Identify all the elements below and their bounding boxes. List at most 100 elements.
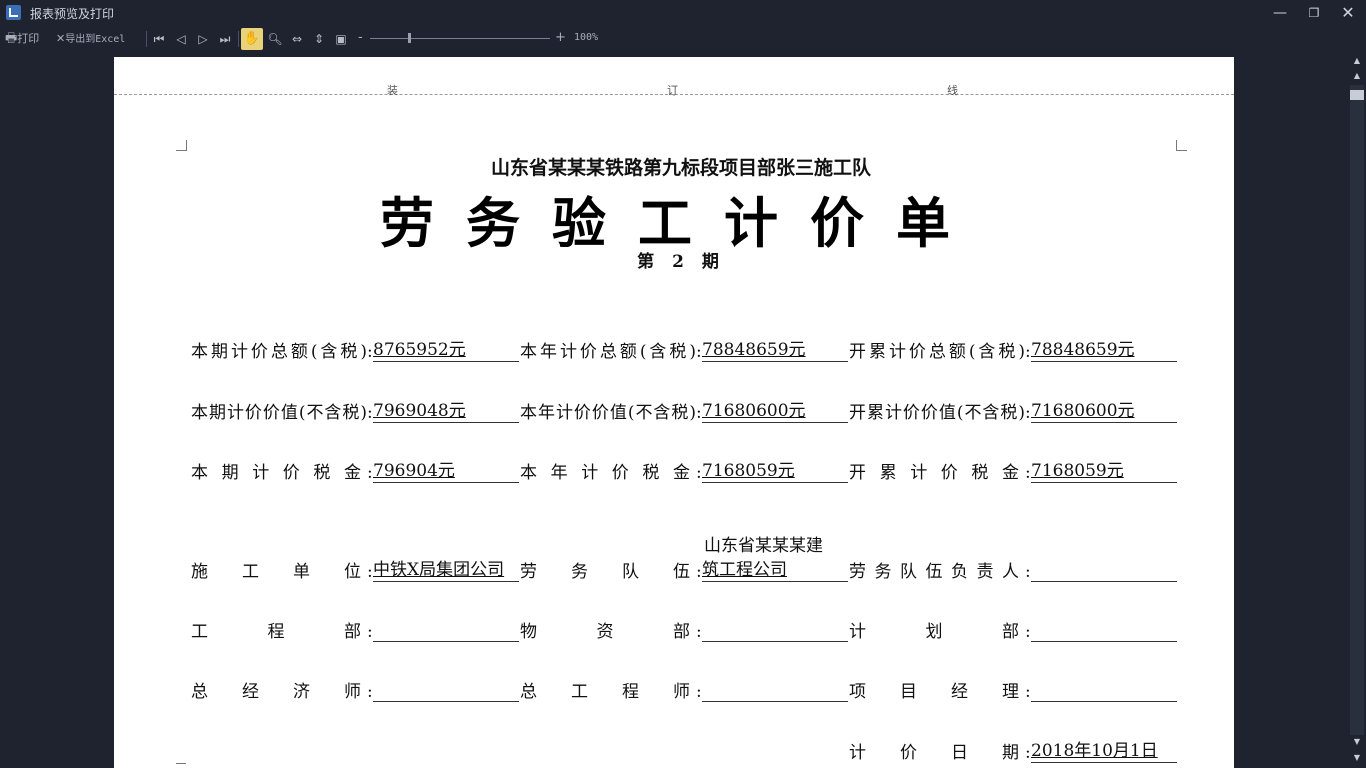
field-label: 开累计价总额(含税) [849,342,1025,362]
last-page-icon[interactable]: ⏭ [216,29,234,49]
field-value [1031,619,1177,642]
report-field: 本期计价税金:796904元 [191,461,521,483]
first-page-icon[interactable]: ⏮ [150,29,168,49]
margin-corner [176,140,187,151]
scroll-down-icon[interactable]: ▼ [1350,736,1364,748]
field-value: 78848659元 [702,339,848,362]
field-label: 本期计价税金 [191,463,361,483]
report-field: 工程部: [191,620,521,642]
printer-icon: 🖶 [5,31,18,46]
report-field: 计价日期:2018年10月1日 [849,741,1179,763]
report-field: 物资部: [520,620,850,642]
field-colon: : [367,463,373,483]
field-value: 8765952元 [373,339,519,362]
field-value: 山东省某某某建 筑工程公司 [702,536,848,582]
binding-mark: 线 [947,84,958,97]
binding-mark: 装 [387,84,398,97]
fit-page-icon[interactable]: ▣ [332,29,350,49]
report-field: 本年计价价值(不含税):71680600元 [520,401,850,423]
field-colon: : [696,562,702,582]
scroll-up-icon[interactable]: ▲ [1350,70,1364,82]
fit-width-icon[interactable]: ⇔ [288,29,306,49]
print-button[interactable]: 🖶打印 [5,29,39,49]
field-colon: : [1025,622,1031,642]
field-label: 总工程师 [520,682,690,702]
field-colon: : [367,342,373,362]
report-field: 本年计价总额(含税):78848659元 [520,340,850,362]
report-subtitle: 山东省某某某铁路第九标段项目部张三施工队 [490,157,871,179]
field-label: 本年计价总额(含税) [520,342,696,362]
zoom-level: 100% [574,32,599,43]
window-title: 报表预览及打印 [30,7,115,21]
field-value: 7168059元 [1031,460,1177,483]
zoom-in-button[interactable]: + [555,30,566,45]
margin-corner [1176,140,1187,151]
field-label: 开累计价税金 [849,463,1019,483]
margin-corner [176,763,186,764]
field-colon: : [696,682,702,702]
field-value-text: 7168059元 [1031,461,1124,481]
report-field: 开累计价价值(不含税):71680600元 [849,401,1179,423]
field-colon: : [696,342,702,362]
scroll-bottom-icon[interactable]: ▼ [1350,752,1364,764]
field-label: 本年计价税金 [520,463,690,483]
next-page-icon[interactable]: ▷ [194,29,212,49]
zoom-slider-thumb[interactable] [408,33,411,43]
scrollbar-track[interactable] [1350,85,1364,735]
report-period: 第 2 期 [637,252,725,272]
field-value: 796904元 [373,460,519,483]
field-value-text: 8765952元 [373,340,466,360]
field-label: 物资部 [520,622,690,642]
field-colon: : [1025,463,1031,483]
field-colon: : [1025,403,1031,423]
excel-icon: ✕ [56,32,66,45]
toolbar-separator [238,31,239,47]
report-field: 劳务队伍: 山东省某某某建 筑工程公司 [520,536,850,582]
field-value [373,679,519,702]
report-field: 开累计价税金:7168059元 [849,461,1179,483]
field-value: 7168059元 [702,460,848,483]
field-value-text: 7969048元 [373,401,466,421]
field-value-text: 中铁X局集团公司 [373,560,505,580]
scroll-top-icon[interactable]: ▲ [1350,55,1364,67]
field-label: 本期计价总额(含税) [191,342,367,362]
field-label: 本期计价价值(不含税) [191,403,367,423]
field-value: 7969048元 [373,400,519,423]
report-field: 总工程师: [520,680,850,702]
field-label: 本年计价价值(不含税) [520,403,696,423]
prev-page-icon[interactable]: ◁ [172,29,190,49]
field-colon: : [367,403,373,423]
field-value: 78848659元 [1031,339,1177,362]
field-value-text: 71680600元 [1031,401,1135,421]
field-colon: : [1025,342,1031,362]
zoom-out-button[interactable]: - [358,30,363,45]
report-field: 本年计价税金:7168059元 [520,461,850,483]
report-field: 施工单位: 中铁X局集团公司 [191,560,521,582]
field-value [1031,559,1177,582]
magnifier-icon[interactable]: 🔍︎ [266,29,284,49]
hand-tool-icon[interactable]: ✋ [241,28,263,50]
restore-button[interactable]: ❐ [1300,3,1328,23]
export-label: 导出到Excel [65,34,126,45]
report-field: 计划部: [849,620,1179,642]
report-field: 总经济师: [191,680,521,702]
scrollbar-thumb[interactable] [1350,90,1364,100]
field-value-text: 2018年10月1日 [1031,741,1158,761]
print-label: 打印 [17,32,40,45]
zoom-slider[interactable] [370,38,550,39]
report-field: 本期计价总额(含税):8765952元 [191,340,521,362]
field-colon: : [1025,682,1031,702]
field-label: 计价日期 [849,743,1019,763]
minimize-button[interactable]: — [1266,3,1294,23]
fit-height-icon[interactable]: ⇕ [310,29,328,49]
export-excel-button[interactable]: ✕导出到Excel [56,29,125,49]
report-page: 装 订 线 山东省某某某铁路第九标段项目部张三施工队 劳务验工计价单 第 2 期… [114,57,1234,768]
close-button[interactable]: ✕ [1334,3,1362,23]
field-colon: : [696,403,702,423]
field-value: 71680600元 [1031,400,1177,423]
toolbar: 🖶打印 ✕导出到Excel ⏮ ◁ ▷ ⏭ 🔍︎ ⇔ ⇕ ▣ [0,26,1366,52]
field-label: 劳务队伍 [520,562,690,582]
toolbar-separator [146,31,147,47]
field-label: 施工单位 [191,562,361,582]
field-value-line: 山东省某某某建 [704,536,823,556]
